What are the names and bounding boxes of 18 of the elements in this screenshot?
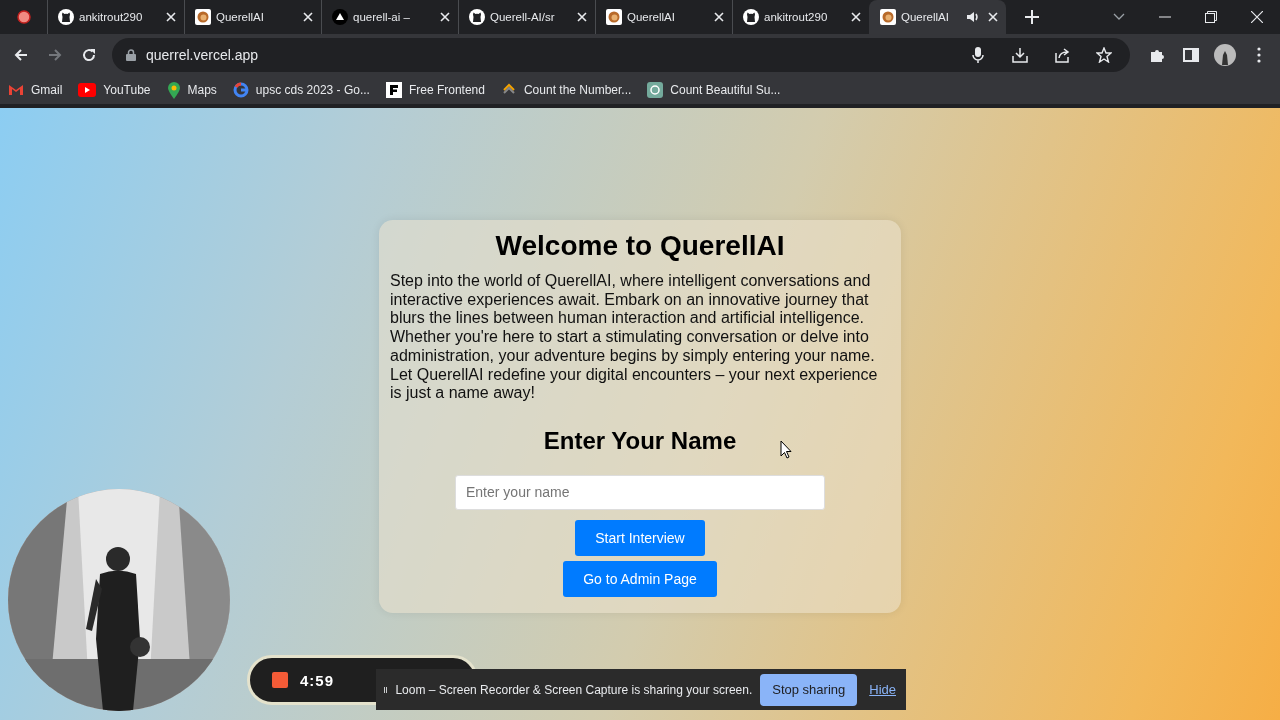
- recording-timer: 4:59: [300, 671, 335, 689]
- bookmark-link[interactable]: Count Beautiful Su...: [670, 83, 781, 97]
- browser-tab[interactable]: QuerellAI: [869, 0, 1006, 34]
- sharing-message: Loom – Screen Recorder & Screen Capture is sharing your screen.: [395, 682, 753, 697]
- intro-paragraph: Step into the world of QuerellAI, where intelligent conversations and interactive experiences await. Embark on an innovative journey that blurs the lines between human interaction and artificial intelligence. Whether you're here to start a stimulating conversation or delve into administration, your adventure begins by simply entering your name. Let QuerellAI redefine your digital encounters – your next experience is just a name away!: [390, 272, 879, 403]
- stop-sharing-button[interactable]: Stop sharing: [760, 673, 858, 706]
- bookmark-link[interactable]: YouTube: [103, 83, 151, 97]
- card-title: Welcome to QuerellAI: [495, 230, 785, 262]
- name-input-field[interactable]: Enter your name: [455, 474, 825, 510]
- bookmark-link[interactable]: Gmail: [31, 83, 63, 97]
- hide-link[interactable]: Hide: [869, 682, 896, 697]
- bookmark-link[interactable]: Free Frontend: [408, 83, 485, 97]
- start-interview-button[interactable]: Start Interview: [575, 519, 705, 556]
- bookmark-link[interactable]: upsc cds 2023 - Go...: [255, 83, 370, 97]
- admin-page-button[interactable]: Go to Admin Page: [563, 560, 717, 597]
- name-heading: Enter Your Name: [543, 426, 737, 455]
- bookmark-link[interactable]: Count the Number...: [523, 83, 632, 97]
- bookmark-link[interactable]: Maps: [187, 83, 217, 97]
